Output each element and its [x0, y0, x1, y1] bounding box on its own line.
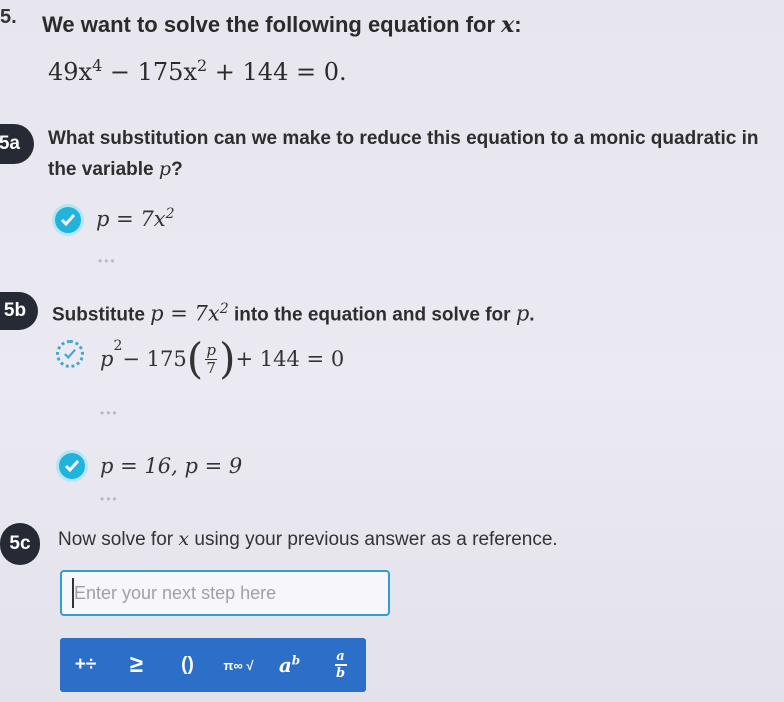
equation-term-3: + 144 = 0. — [207, 58, 347, 86]
step-c-variable: x — [178, 528, 190, 550]
step-b-period: . — [529, 304, 535, 326]
exponent-button[interactable]: ab — [273, 653, 307, 677]
work-fraction-denominator: 7 — [206, 358, 216, 377]
step-b-substitution: p = 7x — [150, 301, 220, 326]
step-badge-5b: 5b — [0, 292, 38, 330]
inequality-icon: ≥ — [129, 651, 144, 678]
pending-check-icon — [56, 340, 84, 368]
operators-button[interactable]: +÷ — [69, 654, 103, 676]
exponent-power: b — [291, 653, 301, 668]
work-p: p — [100, 347, 114, 371]
equation-exponent-1: 4 — [92, 56, 103, 75]
step-a-answer: p = 7x2 — [96, 206, 175, 231]
step-c-prompt: Now solve for x using your previous answ… — [58, 524, 558, 555]
question-variable: x — [501, 12, 515, 38]
symbols-button[interactable]: π∞ √ — [222, 659, 256, 672]
parentheses-icon: () — [181, 654, 194, 675]
question-number: 5. — [0, 6, 17, 28]
step-b-prompt: Substitute p = 7x2 into the equation and… — [52, 294, 535, 330]
step-c-prompt-end: using your previous answer as a referenc… — [189, 529, 558, 550]
question-prompt: We want to solve the following equation … — [42, 12, 502, 37]
correct-check-icon — [52, 204, 84, 236]
work-exponent: 2 — [113, 338, 123, 354]
correct-check-icon-2 — [56, 450, 88, 482]
work-fraction: p 7 — [205, 340, 218, 377]
equation-exponent-2: 2 — [196, 56, 208, 75]
question-text: We want to solve the following equation … — [42, 12, 522, 38]
text-caret — [72, 578, 74, 608]
step-c-prompt-start: Now solve for — [58, 529, 179, 550]
work-rest: + 144 = 0 — [235, 347, 345, 371]
math-toolbar: +÷ ≥ () π∞ √ ab a b — [60, 638, 366, 692]
main-equation: 49x4 − 175x2 + 144 = 0. — [48, 56, 347, 86]
answer-input-box[interactable] — [60, 570, 390, 616]
fraction-button[interactable]: a b — [324, 650, 358, 680]
step-a-more-icon[interactable]: ••• — [98, 254, 117, 268]
fraction-icon-numerator: a — [336, 649, 345, 664]
step-a-variable: p — [158, 158, 172, 180]
step-b-variable: p — [515, 301, 530, 326]
step-a-qmark: ? — [171, 159, 183, 180]
parentheses-button[interactable]: () — [171, 654, 205, 676]
work-fraction-numerator: p — [206, 340, 216, 359]
work-minus-term: − 175 — [122, 347, 187, 371]
question-colon: : — [514, 12, 522, 37]
step-a-answer-exponent: 2 — [165, 206, 175, 222]
step-b-more-icon-2[interactable]: ••• — [100, 492, 119, 506]
step-badge-5a: 5a — [0, 124, 34, 164]
operators-icon: +÷ — [74, 654, 97, 675]
step-b-answer: p = 16, p = 9 — [100, 454, 243, 478]
fraction-icon: a b — [334, 649, 347, 681]
work-parenthesized-fraction: ( p 7 ) — [187, 338, 236, 380]
step-a-answer-text: p = 7x — [96, 207, 166, 231]
fraction-icon-denominator: b — [335, 666, 346, 681]
step-badge-5c: 5c — [0, 523, 40, 565]
step-b-prompt-start: Substitute — [52, 304, 151, 326]
exponent-icon: ab — [279, 653, 300, 677]
inequality-button[interactable]: ≥ — [120, 651, 154, 679]
right-paren: ) — [219, 334, 236, 383]
step-b-substitution-exponent: 2 — [219, 301, 229, 317]
answer-input[interactable] — [62, 572, 388, 614]
equation-term-2: − 175x — [102, 58, 197, 86]
step-b-work: p2 − 175 ( p 7 ) + 144 = 0 — [100, 338, 344, 380]
left-paren: ( — [186, 334, 204, 383]
step-b-more-icon-1[interactable]: ••• — [100, 406, 119, 420]
step-a-prompt: What substitution can we make to reduce … — [48, 124, 778, 185]
equation-term-1: 49x — [48, 58, 93, 86]
step-b-prompt-end: into the equation and solve for — [228, 304, 516, 326]
step-a-prompt-text: What substitution can we make to reduce … — [48, 128, 759, 180]
exponent-base: a — [278, 653, 292, 677]
symbols-icon: π∞ √ — [223, 657, 254, 673]
